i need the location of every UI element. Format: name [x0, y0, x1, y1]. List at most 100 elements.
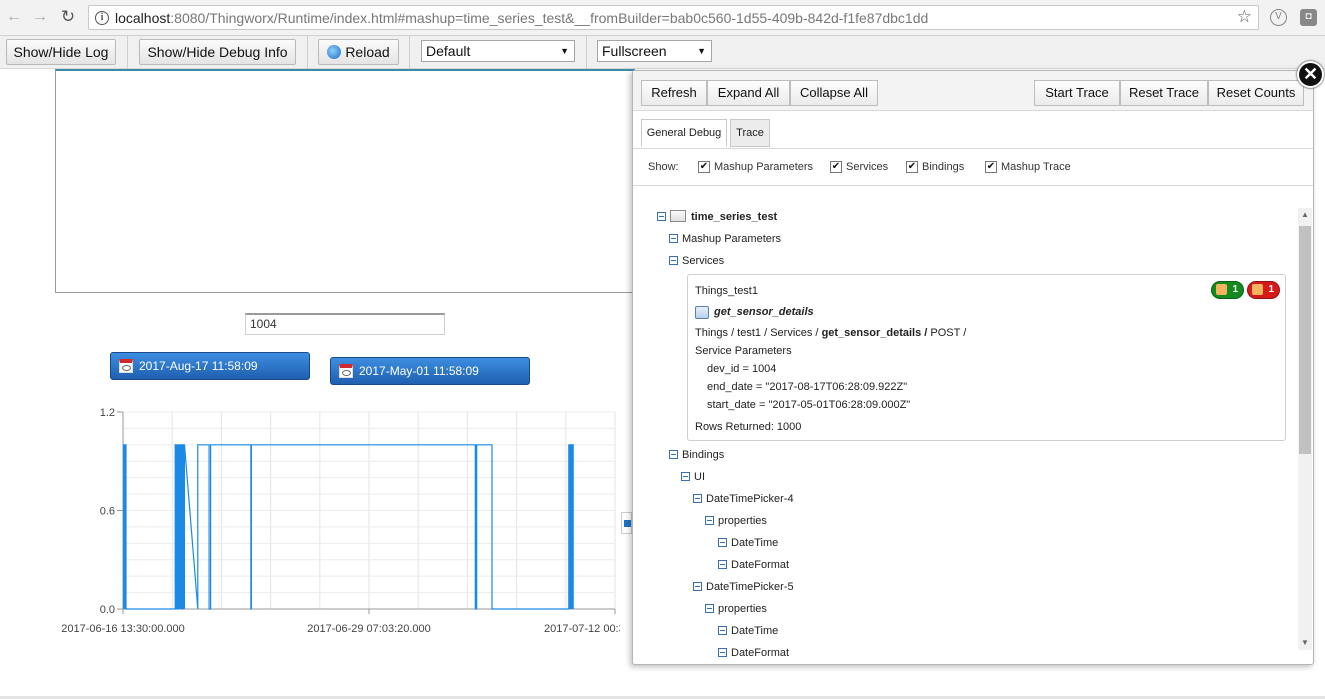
mode-select[interactable]: Fullscreen ▼ — [597, 40, 712, 62]
extension-v-icon[interactable]: V — [1270, 9, 1287, 26]
tree-node-label: DateTime — [731, 625, 779, 637]
service-parameter: end_date = "2017-08-17T06:28:09.922Z" — [707, 381, 908, 393]
tree-node-dateformat[interactable]: DateFormat — [718, 558, 789, 572]
tree-node-label: properties — [718, 603, 767, 615]
reload-label: Reload — [345, 44, 390, 60]
forward-icon[interactable]: → — [31, 8, 49, 26]
browser-toolbar: ← → ↻ i localhost:8080/Thingworx/Runtime… — [0, 0, 1325, 36]
toolbar-divider — [127, 36, 128, 69]
service-name: get_sensor_details — [714, 306, 814, 318]
checkbox-label: Mashup Parameters — [714, 161, 814, 173]
collapse-icon[interactable] — [718, 648, 727, 657]
reset-counts-button[interactable]: Reset Counts — [1208, 80, 1304, 106]
tree-node-ui[interactable]: UI — [681, 470, 705, 484]
tree-node-label: DateFormat — [731, 647, 790, 659]
tree-node-properties[interactable]: properties — [705, 602, 767, 616]
extension-icon[interactable]: ◘ — [1300, 9, 1317, 26]
tree-node-mashup-parameters[interactable]: Mashup Parameters — [669, 232, 781, 246]
debug-scrollbar[interactable]: ▲ ▼ — [1298, 208, 1312, 650]
refresh-button[interactable]: Refresh — [641, 80, 707, 106]
collapse-icon[interactable] — [718, 560, 727, 569]
checkbox-bindings[interactable]: ✔ — [906, 161, 918, 173]
checkbox-mashup-trace[interactable]: ✔ — [985, 161, 997, 173]
service-parameter: dev_id = 1004 — [707, 363, 777, 375]
back-icon[interactable]: ← — [5, 8, 23, 26]
collapse-icon[interactable] — [705, 604, 714, 613]
scrollbar-thumb[interactable] — [1299, 226, 1311, 454]
collapse-icon[interactable] — [705, 516, 714, 525]
show-bindings[interactable]: ✔ Bindings — [906, 160, 964, 174]
url-text[interactable]: localhost:8080/Thingworx/Runtime/index.h… — [115, 10, 928, 26]
collapse-icon[interactable] — [693, 494, 702, 503]
checkbox-services[interactable]: ✔ — [830, 161, 842, 173]
thumbs-down-icon — [1252, 284, 1263, 295]
thumbs-up-icon — [1216, 284, 1227, 295]
y-tick-label: 1.2 — [100, 407, 115, 419]
reload-button[interactable]: Reload — [318, 39, 399, 65]
show-hide-log-button[interactable]: Show/Hide Log — [6, 39, 116, 65]
show-mashup-trace[interactable]: ✔ Mashup Trace — [985, 160, 1071, 174]
series-pulse — [123, 444, 126, 609]
show-mashup-parameters[interactable]: ✔ Mashup Parameters — [698, 160, 813, 174]
service-thing-name: Things_test1 — [695, 285, 758, 297]
star-icon[interactable]: ☆ — [1237, 7, 1252, 27]
checkbox-mashup-parameters[interactable]: ✔ — [698, 161, 710, 173]
collapse-icon[interactable] — [657, 212, 666, 221]
theme-select[interactable]: Default ▼ — [421, 40, 575, 62]
collapse-icon[interactable] — [669, 234, 678, 243]
checkbox-label: Mashup Trace — [1001, 161, 1071, 173]
close-debug-button[interactable]: ✕ — [1297, 61, 1324, 88]
tree-node-datetime[interactable]: DateTime — [718, 536, 778, 550]
service-path-prefix: Things / test1 / Services / — [695, 327, 822, 339]
show-hide-debug-button[interactable]: Show/Hide Debug Info — [139, 39, 296, 65]
series-pulse — [183, 444, 186, 609]
end-date-picker[interactable]: 2017-May-01 11:58:09 — [330, 357, 530, 385]
reload-icon[interactable]: ↻ — [59, 8, 77, 26]
tab-general-debug[interactable]: General Debug — [641, 119, 727, 147]
reset-trace-button[interactable]: Reset Trace — [1120, 80, 1208, 106]
show-label: Show: — [648, 161, 679, 173]
x-tick-label: 2017-06-29 07:03:20.000 — [307, 623, 431, 635]
toolbar-divider — [409, 36, 410, 69]
chevron-down-icon: ▼ — [697, 46, 706, 56]
device-id-input[interactable]: 1004 — [245, 313, 445, 335]
thumbs-up-count: 1 — [1232, 284, 1238, 295]
start-trace-button[interactable]: Start Trace — [1034, 80, 1120, 106]
collapse-icon[interactable] — [669, 256, 678, 265]
tree-node-properties[interactable]: properties — [705, 514, 767, 528]
start-date-picker[interactable]: 2017-Aug-17 11:58:09 — [110, 352, 310, 380]
tree-node-root[interactable]: time_series_test — [657, 210, 777, 224]
x-tick-label: 2017-06-16 13:30:00.000 — [61, 623, 185, 635]
series-pulse — [175, 444, 183, 609]
tree-node-datetimepicker-5[interactable]: DateTimePicker-5 — [693, 580, 794, 594]
collapse-icon[interactable] — [693, 582, 702, 591]
collapse-icon[interactable] — [718, 538, 727, 547]
y-tick-label: 0.6 — [100, 506, 115, 518]
tree-node-label: Services — [682, 255, 725, 267]
debug-toolbar: Refresh Expand All Collapse All Start Tr… — [633, 71, 1313, 111]
show-services[interactable]: ✔ Services — [830, 160, 888, 174]
service-parameters-title: Service Parameters — [695, 345, 792, 357]
tree-node-services[interactable]: Services — [669, 254, 724, 268]
scroll-up-icon[interactable]: ▲ — [1298, 208, 1312, 222]
chevron-down-icon: ▼ — [560, 46, 569, 56]
rows-returned: Rows Returned: 1000 — [695, 421, 802, 433]
thumbs-down-badge: 1 — [1247, 281, 1280, 299]
tree-node-datetime[interactable]: DateTime — [718, 624, 778, 638]
tree-node-bindings[interactable]: Bindings — [669, 448, 724, 462]
service-path-method: POST / — [927, 327, 967, 339]
info-icon[interactable]: i — [95, 11, 109, 25]
checkbox-label: Services — [846, 161, 889, 173]
divider — [633, 148, 1313, 149]
collapse-icon[interactable] — [718, 626, 727, 635]
collapse-all-button[interactable]: Collapse All — [790, 80, 878, 106]
collapse-icon[interactable] — [681, 472, 690, 481]
series-pulse — [475, 444, 478, 609]
scroll-down-icon[interactable]: ▼ — [1298, 636, 1312, 650]
tree-node-datetimepicker-4[interactable]: DateTimePicker-4 — [693, 492, 794, 506]
tree-node-dateformat[interactable]: DateFormat — [718, 646, 789, 660]
address-bar[interactable]: i localhost:8080/Thingworx/Runtime/index… — [88, 5, 1259, 30]
collapse-icon[interactable] — [669, 450, 678, 459]
expand-all-button[interactable]: Expand All — [707, 80, 790, 106]
tab-trace[interactable]: Trace — [730, 119, 770, 147]
